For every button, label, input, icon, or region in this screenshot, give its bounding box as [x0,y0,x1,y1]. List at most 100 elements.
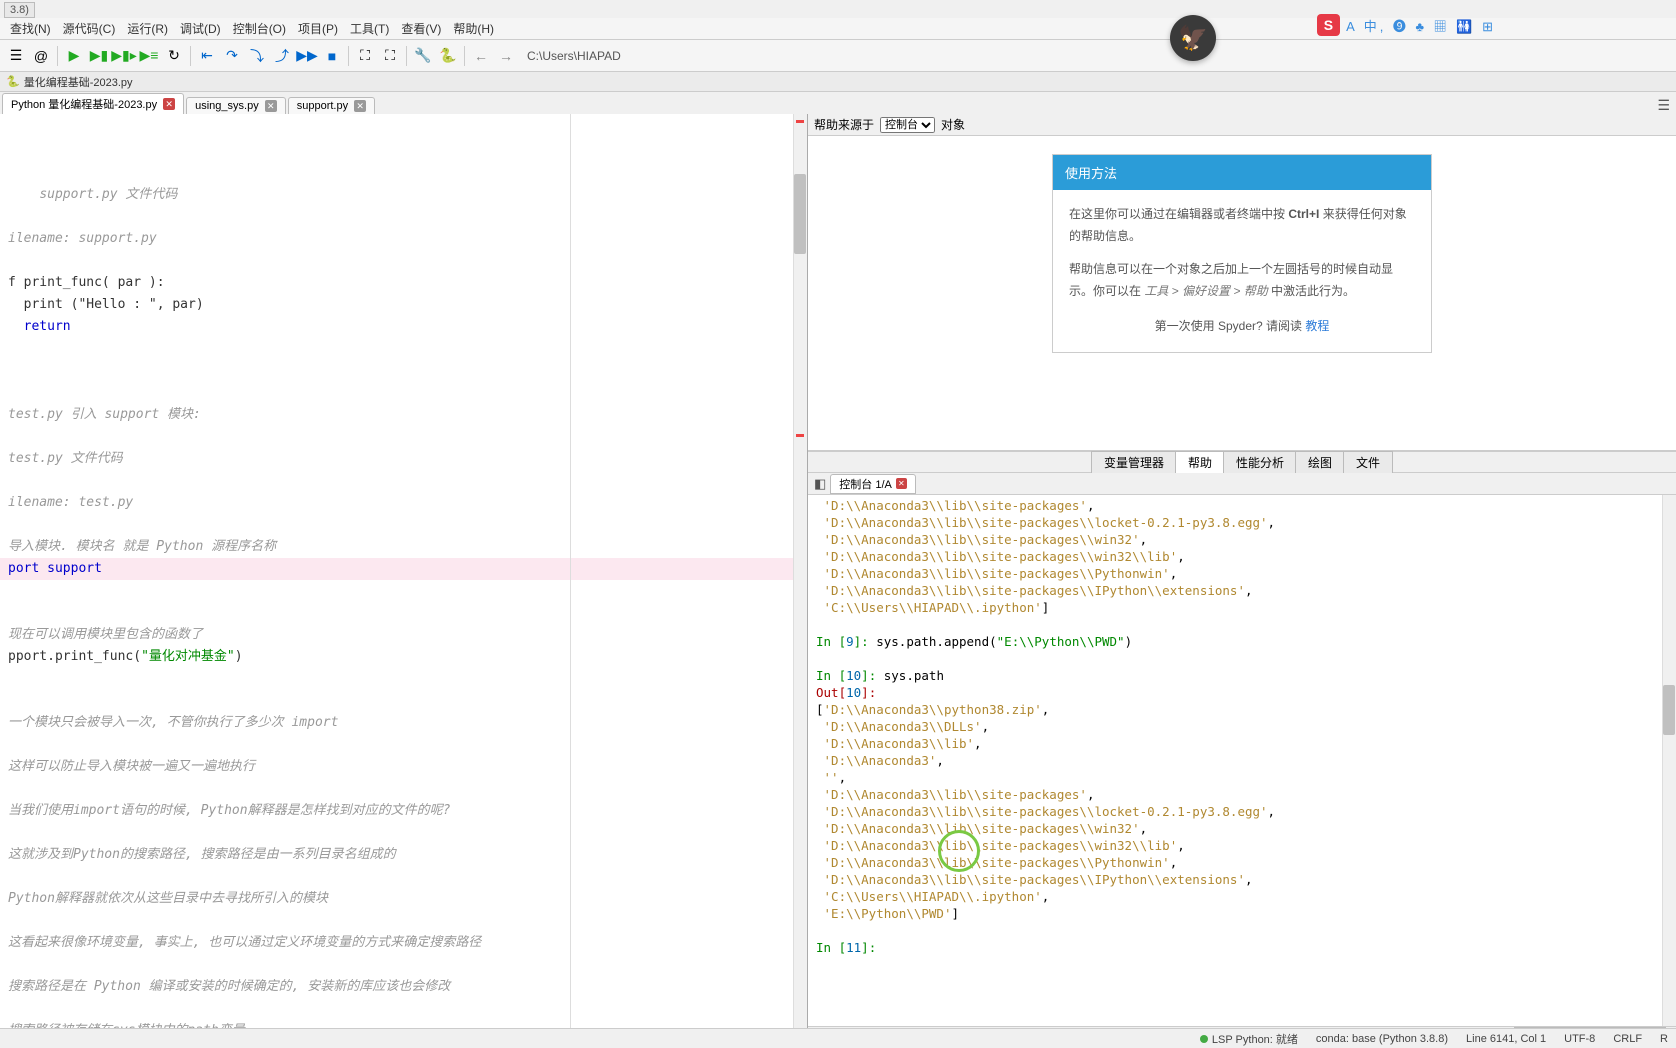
console-line: ['D:\\Anaconda3\\python38.zip', [816,701,1668,718]
code-editor[interactable]: support.py 文件代码 ilename: support.py f pr… [0,114,807,1046]
toolbar-outline-icon[interactable]: ☰ [4,44,28,68]
current-file-row: 🐍 量化编程基础-2023.py [0,72,1676,92]
menu-view[interactable]: 查看(V) [395,18,447,39]
python-file-icon: 🐍 [6,75,20,88]
help-object-label: 对象 [941,116,965,133]
code-line: 这样可以防止导入模块被一遍又一遍地执行 [8,759,255,774]
toolbar-separator [57,46,58,66]
code-line: support.py 文件代码 [39,187,177,202]
code-line: 这就涉及到Python的搜索路径, 搜索路径是由一系列目录名组成的 [8,847,396,862]
editor-tab-main[interactable]: Python 量化编程基础-2023.py ✕ [2,93,184,114]
console-new-icon[interactable]: ◧ [814,476,826,492]
debug-step-into-icon[interactable]: ⇤ [195,44,219,68]
menu-project[interactable]: 项目(P) [292,18,344,39]
console-line: 'D:\\Anaconda3\\lib\\site-packages', [816,786,1668,803]
rerun-icon[interactable]: ↻ [162,44,186,68]
code-line: Python解释器就依次从这些目录中去寻找所引入的模块 [8,891,328,906]
console-line: 'D:\\Anaconda3\\lib\\site-packages\\IPyt… [816,582,1668,599]
editor-tab-using-sys[interactable]: using_sys.py ✕ [186,97,286,114]
console-output[interactable]: 'D:\\Anaconda3\\lib\\site-packages', 'D:… [808,495,1676,1026]
tab-help[interactable]: 帮助 [1175,451,1225,474]
run-file-icon[interactable]: ▶ [62,44,86,68]
editor-tab-label: Python 量化编程基础-2023.py [11,96,157,112]
close-icon[interactable]: ✕ [354,100,366,112]
tab-list-icon[interactable]: ☰ [1657,97,1670,114]
status-eol: CRLF [1613,1033,1642,1045]
help-source-select[interactable]: 控制台 [880,117,935,133]
console-line: In [10]: sys.path [816,667,1668,684]
console-line: In [11]: [816,939,1668,956]
sogou-status-icons: A 中, ❾ ♣ ▦ 🚻 ⊞ [1346,16,1496,35]
code-line: 当我们使用import语句的时候, Python解释器是怎样找到对应的文件的呢? [8,803,450,818]
toolbar-at-icon[interactable]: @ [29,44,53,68]
eagle-app-badge: 🦅 [1170,15,1216,61]
status-dot-icon [1200,1035,1208,1043]
console-tab-label: 控制台 1/A [839,476,892,492]
tab-files[interactable]: 文件 [1343,451,1393,474]
code-line: ilename: support.py [8,231,157,246]
tutorial-link[interactable]: 教程 [1305,319,1329,333]
run-selection-icon[interactable]: ▶≡ [137,44,161,68]
menu-help[interactable]: 帮助(H) [447,18,500,39]
code-line: 这看起来很像环境变量, 事实上, 也可以通过定义环境变量的方式来确定搜索路径 [8,935,481,950]
console-tab-1a[interactable]: 控制台 1/A ✕ [830,474,916,494]
scrollbar-thumb[interactable] [1663,685,1675,735]
console-tab-bar: ◧ 控制台 1/A ✕ [808,473,1676,495]
code-line: return [8,319,71,334]
editor-tab-label: using_sys.py [195,100,259,112]
console-line: 'D:\\Anaconda3\\lib\\site-packages\\win3… [816,548,1668,565]
maximize-pane-icon[interactable]: ⛶ [353,44,377,68]
run-cell-icon[interactable]: ▶▮ [87,44,111,68]
menu-find[interactable]: 查找(N) [4,18,57,39]
close-icon[interactable]: ✕ [265,100,277,112]
toolbar: ☰ @ ▶ ▶▮ ▶▮▸ ▶≡ ↻ ⇤ ↷ ⤵ ⤴ ▶▶ ■ ⛶ ⛶ 🔧 🐍 ←… [0,40,1676,72]
error-marker [796,434,804,437]
status-conda: conda: base (Python 3.8.8) [1316,1033,1448,1045]
code-line: 搜索路径是在 Python 编译或安装的时候确定的, 安装新的库应该也会修改 [8,979,450,994]
menu-tools[interactable]: 工具(T) [344,18,395,39]
console-line: 'D:\\Anaconda3\\lib\\site-packages\\win3… [816,531,1668,548]
editor-scrollbar[interactable] [793,114,807,1046]
close-icon[interactable]: ✕ [896,478,907,489]
menu-debug[interactable]: 调试(D) [174,18,227,39]
console-line: 'E:\\Python\\PWD'] [816,905,1668,922]
scrollbar-thumb[interactable] [794,174,806,254]
console-line [816,616,1668,633]
preferences-icon[interactable]: 🔧 [411,44,435,68]
menu-source[interactable]: 源代码(C) [57,18,122,39]
status-r: R [1660,1033,1668,1045]
console-line: 'D:\\Anaconda3\\lib\\site-packages\\IPyt… [816,871,1668,888]
menu-run[interactable]: 运行(R) [121,18,174,39]
debug-stop-icon[interactable]: ■ [320,44,344,68]
tab-variable-explorer[interactable]: 变量管理器 [1091,451,1177,474]
console-line: 'C:\\Users\\HIAPAD\\.ipython', [816,888,1668,905]
debug-step-over-icon[interactable]: ↷ [220,44,244,68]
sogou-ime-badge: S A 中, ❾ ♣ ▦ 🚻 ⊞ [1317,14,1496,36]
fullscreen-icon[interactable]: ⛶ [378,44,402,68]
code-line: test.py 文件代码 [8,451,123,466]
code-line: port support [0,558,807,580]
editor-tab-support[interactable]: support.py ✕ [288,97,375,114]
debug-continue-icon[interactable]: ▶▶ [295,44,319,68]
debug-step-out-icon[interactable]: ⤴ [270,44,294,68]
python-path-icon[interactable]: 🐍 [436,44,460,68]
run-cell-advance-icon[interactable]: ▶▮▸ [112,44,136,68]
main-split: support.py 文件代码 ilename: support.py f pr… [0,114,1676,1046]
console-line: 'D:\\Anaconda3\\lib\\site-packages\\win3… [816,837,1668,854]
help-source-bar: 帮助来源于 控制台 对象 [808,114,1676,136]
console-line: 'D:\\Anaconda3\\lib\\site-packages', [816,497,1668,514]
status-line-col: Line 6141, Col 1 [1466,1033,1546,1045]
nav-back-icon[interactable]: ← [469,44,493,68]
nav-forward-icon[interactable]: → [494,44,518,68]
console-line: 'D:\\Anaconda3\\lib', [816,735,1668,752]
eagle-icon: 🦅 [1170,15,1216,61]
help-card: 使用方法 在这里你可以通过在编辑器或者终端中按 Ctrl+I 来获得任何对象的帮… [1052,154,1432,353]
tab-plots[interactable]: 绘图 [1295,451,1345,474]
console-scrollbar[interactable] [1662,495,1676,1026]
debug-step-icon[interactable]: ⤵ [245,44,269,68]
tab-profiler[interactable]: 性能分析 [1223,451,1297,474]
toolbar-separator [464,46,465,66]
menu-console[interactable]: 控制台(O) [227,18,292,39]
right-mid-tabs: 变量管理器 帮助 性能分析 绘图 文件 [808,451,1676,473]
close-icon[interactable]: ✕ [163,98,175,110]
